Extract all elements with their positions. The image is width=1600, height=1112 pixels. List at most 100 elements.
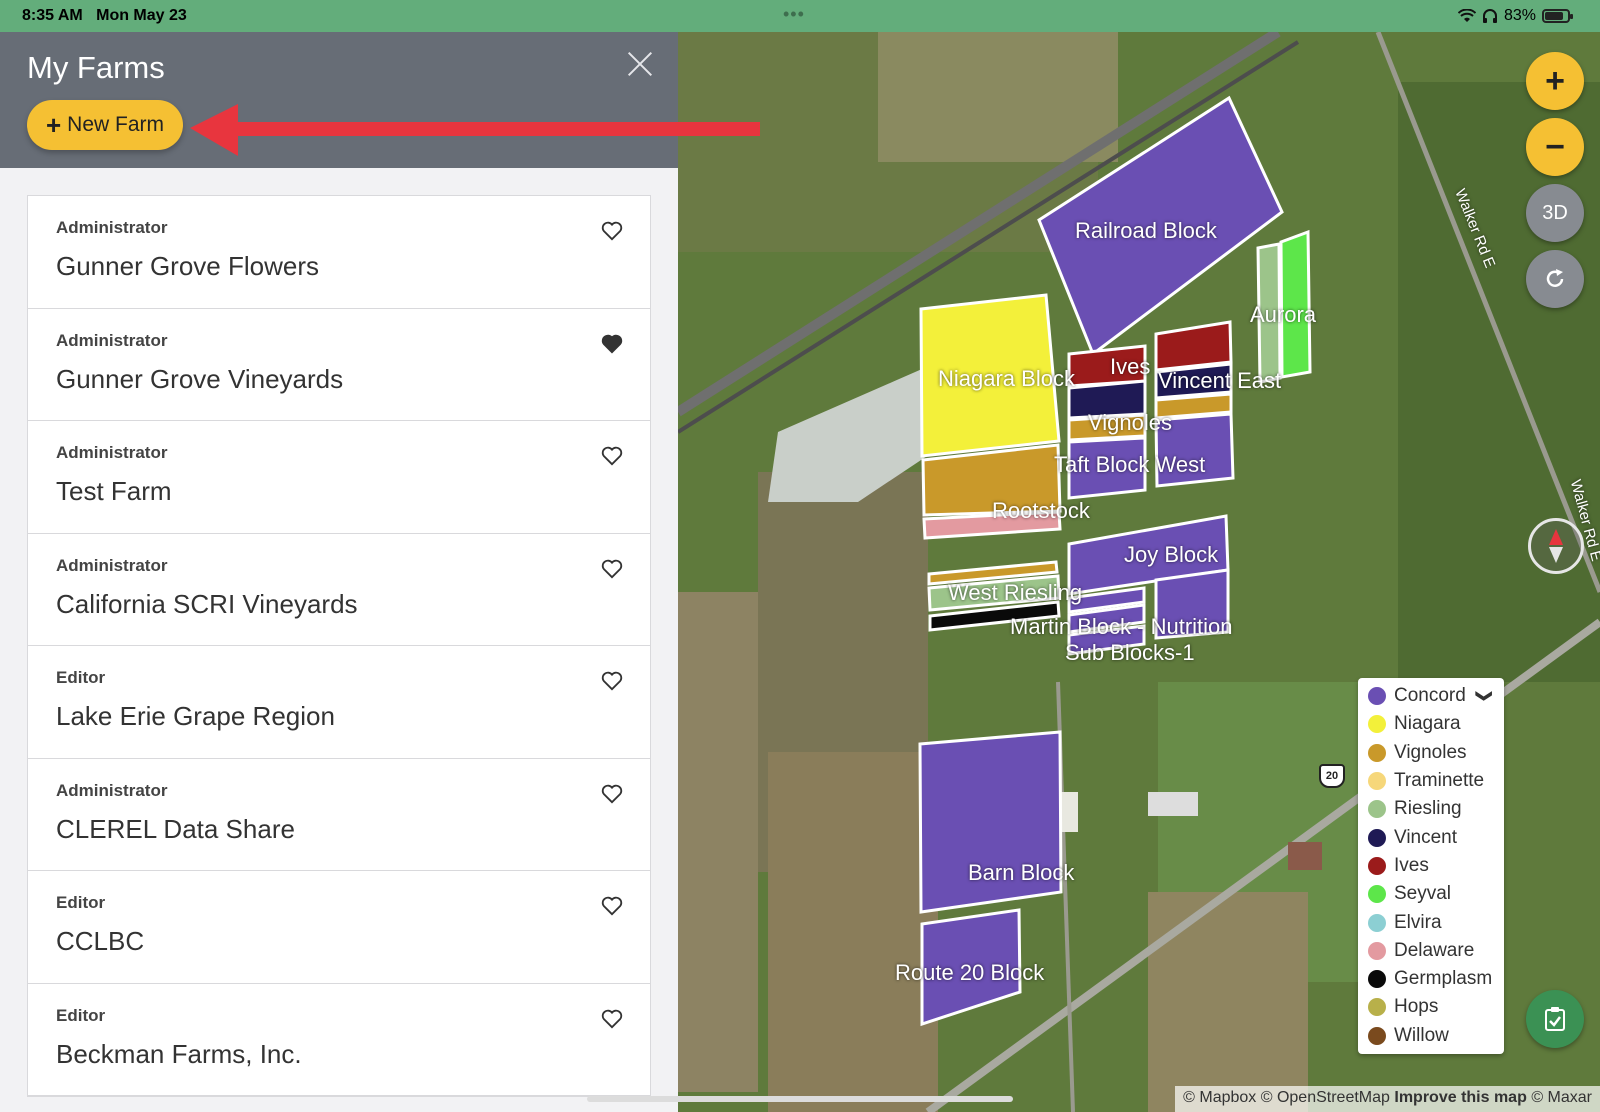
home-indicator[interactable] — [587, 1096, 1013, 1102]
plus-icon: + — [45, 110, 62, 140]
annotation-arrow — [190, 104, 760, 156]
attribution-suffix: © Maxar — [1531, 1089, 1592, 1106]
clock: 8:35 AM — [22, 7, 83, 24]
heart-filled-icon[interactable] — [601, 334, 623, 354]
color-swatch — [1368, 800, 1386, 819]
route-shield-icon: 20 — [1319, 764, 1345, 788]
color-swatch — [1368, 828, 1386, 847]
farm-name: Gunner Grove Vineyards — [56, 363, 344, 394]
farm-name: California SCRI Vineyards — [56, 588, 358, 619]
farm-role: Administrator — [56, 780, 168, 800]
color-swatch — [1368, 998, 1386, 1017]
farm-name: CLEREL Data Share — [56, 813, 295, 844]
attribution-text: © Mapbox © OpenStreetMap — [1183, 1089, 1390, 1106]
legend-label: Riesling — [1394, 798, 1462, 820]
legend-item[interactable]: Hops — [1358, 993, 1504, 1021]
block-label-west-riesling[interactable]: West Riesling — [948, 580, 1082, 606]
heart-icon[interactable] — [601, 896, 623, 916]
chevron-down-icon[interactable]: ❯ — [1475, 689, 1495, 702]
legend-label: Hops — [1394, 996, 1439, 1018]
farm-list-item[interactable]: Administrator California SCRI Vineyards — [28, 534, 650, 646]
farm-name: Gunner Grove Flowers — [56, 251, 319, 281]
3d-view-button[interactable]: 3D — [1526, 184, 1584, 242]
farm-list-item[interactable]: Administrator Gunner Grove Vineyards — [28, 309, 650, 421]
new-farm-label: New Farm — [67, 113, 165, 136]
legend-label: Germplasm — [1394, 968, 1493, 990]
map-view[interactable]: Railroad Block Aurora Niagara Block Ives… — [678, 32, 1600, 1112]
legend-label: Seyval — [1394, 883, 1452, 905]
legend-item[interactable]: Niagara — [1358, 710, 1504, 738]
farm-role: Editor — [56, 893, 106, 912]
legend-item[interactable]: Vincent — [1358, 823, 1504, 851]
legend-item[interactable]: Ives — [1358, 852, 1504, 880]
farm-name: Lake Erie Grape Region — [56, 701, 335, 731]
legend-item[interactable]: Seyval — [1358, 880, 1504, 908]
legend-item[interactable]: Germplasm — [1358, 965, 1504, 993]
farm-name: CCLBC — [56, 926, 145, 956]
block-label-rootstock[interactable]: Rootstock — [992, 498, 1090, 524]
color-swatch — [1368, 743, 1386, 762]
farm-list-item[interactable]: Administrator Gunner Grove Flowers — [28, 196, 650, 309]
farm-list: Administrator Gunner Grove Flowers Adminis… — [27, 195, 651, 1097]
block-label-vincent-east[interactable]: Vincent East — [1158, 368, 1281, 394]
improve-map-link[interactable]: Improve this map — [1394, 1089, 1526, 1106]
color-swatch — [1368, 856, 1386, 875]
block-label-niagara[interactable]: Niagara Block — [938, 366, 1075, 392]
farm-role: Administrator — [56, 218, 168, 237]
heart-icon[interactable] — [601, 671, 623, 691]
legend-item[interactable]: Traminette — [1358, 767, 1504, 795]
zoom-in-button[interactable]: + — [1526, 52, 1584, 110]
legend-item[interactable]: Delaware — [1358, 937, 1504, 965]
block-label-vignoles[interactable]: Vignoles — [1088, 410, 1172, 436]
legend-item[interactable]: Vignoles — [1358, 739, 1504, 767]
color-swatch — [1368, 970, 1386, 989]
block-label-route-20[interactable]: Route 20 Block — [895, 960, 1044, 986]
legend-label: Traminette — [1394, 770, 1485, 792]
legend-item[interactable]: Willow — [1358, 1022, 1504, 1050]
legend-label: Ives — [1394, 854, 1429, 876]
block-label-ives[interactable]: Ives — [1110, 354, 1150, 380]
legend-item[interactable]: Concord ❯ — [1358, 682, 1504, 710]
farm-list-item[interactable]: Editor Lake Erie Grape Region — [28, 646, 650, 759]
heart-icon[interactable] — [601, 559, 623, 579]
block-label-aurora[interactable]: Aurora — [1250, 302, 1316, 328]
status-time: 8:35 AM Mon May 23 — [22, 7, 187, 25]
status-bar: 8:35 AM Mon May 23 ••• 83% — [0, 0, 1600, 32]
legend-label: Willow — [1394, 1024, 1449, 1046]
multitasking-dots-icon[interactable]: ••• — [783, 4, 805, 25]
farm-name: Beckman Farms, Inc. — [56, 1038, 302, 1069]
close-icon[interactable] — [626, 50, 654, 78]
heart-icon[interactable] — [601, 1009, 623, 1029]
legend-label: Elvira — [1394, 911, 1442, 933]
reset-rotation-button[interactable] — [1526, 250, 1584, 308]
compass-icon[interactable] — [1528, 518, 1584, 574]
farm-role: Editor — [56, 1005, 106, 1025]
color-swatch — [1368, 941, 1386, 960]
status-indicators: 83% — [1457, 7, 1573, 25]
block-label-sub-blocks[interactable]: Sub Blocks-1 — [1065, 640, 1195, 666]
page-title: My Farms — [27, 50, 165, 85]
variety-legend[interactable]: Concord ❯ Niagara Vignoles Traminette Rieslin… — [1358, 678, 1504, 1054]
block-label-barn[interactable]: Barn Block — [968, 860, 1074, 886]
zoom-out-button[interactable]: − — [1526, 118, 1584, 176]
wifi-icon — [1457, 9, 1476, 22]
battery-icon — [1542, 9, 1573, 23]
battery-level — [1545, 12, 1563, 20]
block-label-martin[interactable]: Martin Block - Nutrition — [1010, 614, 1233, 640]
block-label-taft-west[interactable]: Taft Block West — [1054, 452, 1205, 478]
legend-label: Niagara — [1394, 713, 1461, 735]
legend-item[interactable]: Riesling — [1358, 795, 1504, 823]
farm-list-item[interactable]: Editor CCLBC — [28, 871, 650, 984]
farm-list-item[interactable]: Editor Beckman Farms, Inc. — [28, 984, 650, 1096]
new-farm-button[interactable]: + New Farm — [27, 100, 183, 150]
farm-list-item[interactable]: Administrator Test Farm — [28, 421, 650, 534]
heart-icon[interactable] — [601, 784, 623, 804]
legend-item[interactable]: Elvira — [1358, 908, 1504, 936]
heart-icon[interactable] — [601, 221, 623, 241]
color-swatch — [1368, 913, 1386, 932]
block-label-railroad[interactable]: Railroad Block — [1075, 218, 1217, 244]
survey-button[interactable] — [1526, 990, 1584, 1048]
heart-icon[interactable] — [601, 446, 623, 466]
farm-list-item[interactable]: Administrator CLEREL Data Share — [28, 759, 650, 871]
block-label-joy[interactable]: Joy Block — [1124, 542, 1218, 568]
